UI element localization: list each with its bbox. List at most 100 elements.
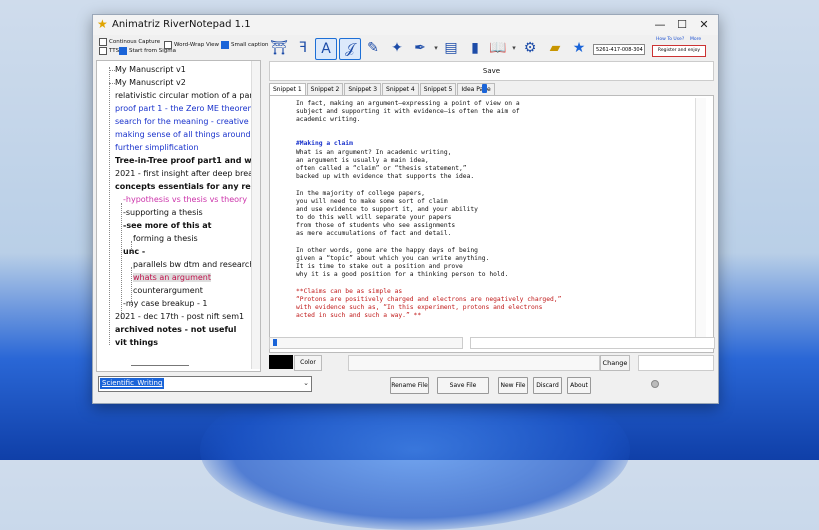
tree-item[interactable]: vit things <box>115 338 158 347</box>
editor-heading: #Making a claim <box>296 140 353 147</box>
notebook-select[interactable]: Scientific_Writing ⌄ <box>98 376 312 392</box>
snippet-tabs: Snippet 1 Snippet 2 Snippet 3 Snippet 4 … <box>269 83 496 96</box>
tree-item[interactable]: My Manuscript v2 <box>115 78 186 87</box>
tree-item-selected[interactable]: whats an argument <box>133 273 211 282</box>
editor-line: and use evidence to support it, and your… <box>296 206 478 213</box>
tree-item[interactable]: search for the meaning - creative b <box>115 117 256 126</box>
tab-snippet-2[interactable]: Snippet 2 <box>306 83 344 95</box>
text-editor[interactable]: In fact, making an argument—expressing a… <box>269 95 714 353</box>
tree-item[interactable]: My Manuscript v1 <box>115 65 186 74</box>
editor-line: academic writing. <box>296 116 361 123</box>
save-file-button[interactable]: Save File <box>437 377 489 394</box>
brush-icon[interactable]: ✎ <box>363 38 383 58</box>
tab-idea-pane[interactable]: Idea Pane <box>457 83 495 95</box>
tab-snippet-3[interactable]: Snippet 3 <box>344 83 382 95</box>
editor-line: In the majority of college papers, <box>296 190 425 197</box>
save-button[interactable]: Save <box>270 62 713 80</box>
continuous-capture-checkbox[interactable]: Continous Capture <box>99 38 160 46</box>
tree-item[interactable]: relativistic circular motion of a parti <box>115 91 258 100</box>
tree-item[interactable]: 2021 - dec 17th - post nift sem1 <box>115 312 244 321</box>
tree-item[interactable]: -my case breakup - 1 <box>123 299 208 308</box>
tree-item[interactable]: -supporting a thesis <box>123 208 203 217</box>
more-link[interactable]: More <box>690 37 701 42</box>
color-input[interactable] <box>348 355 600 371</box>
editor-line: an argument is usually a main idea, <box>296 157 429 164</box>
chevron-down-icon-3: ⌄ <box>303 379 309 387</box>
gear-icon[interactable]: ⚙ <box>520 38 540 58</box>
about-button[interactable]: About <box>567 377 591 394</box>
tree-item[interactable]: archived notes - not useful <box>115 325 236 334</box>
tab-snippet-5[interactable]: Snippet 5 <box>419 83 457 95</box>
italic-format-icon[interactable]: 𝒥 <box>339 38 361 60</box>
app-star-icon: ★ <box>97 17 108 31</box>
window-title: Animatriz RiverNotepad 1.1 <box>112 19 251 30</box>
notes-tree: My Manuscript v1 My Manuscript v2 relati… <box>96 60 261 372</box>
tts-checkbox[interactable]: TTS <box>99 47 119 55</box>
tree-item[interactable]: counterargument <box>133 286 203 295</box>
tree-scrollbar[interactable] <box>251 61 260 369</box>
text-style-icon[interactable]: ꟻ <box>293 38 313 58</box>
tab-marker <box>482 84 487 93</box>
editor-line: It is time to stake out a position and p… <box>296 263 463 270</box>
tree-item[interactable]: concepts essentials for any researc <box>115 182 260 191</box>
tab-snippet-4[interactable]: Snippet 4 <box>382 83 419 95</box>
secondary-scroll-field[interactable] <box>470 337 715 349</box>
star-icon[interactable]: ★ <box>569 38 589 58</box>
editor-line: why it is a good position for a thinking… <box>296 271 509 278</box>
editor-line-highlight: acted in such and such a way.” ** <box>296 312 422 319</box>
editor-line: as mere accumulations of fact and detail… <box>296 230 452 237</box>
editor-line: to do this well will separate your paper… <box>296 214 452 221</box>
editor-horizontal-scrollbar[interactable] <box>269 337 463 349</box>
window-panel-icon[interactable]: ▤ <box>441 38 461 58</box>
tree-item[interactable]: proof part 1 - the Zero ME theorem <box>115 104 255 113</box>
close-button[interactable]: ✕ <box>693 16 715 34</box>
tree-item[interactable]: unc - <box>123 247 145 256</box>
editor-line: In other words, gone are the happy days … <box>296 247 478 254</box>
editor-line: backed up with evidence that supports th… <box>296 173 475 180</box>
editor-line: What is an argument? In academic writing… <box>296 149 452 156</box>
tree-item[interactable]: making sense of all things around t <box>115 130 256 139</box>
maximize-button[interactable]: ☐ <box>671 16 693 34</box>
editor-line: In fact, making an argument—expressing a… <box>296 100 520 107</box>
change-input[interactable] <box>638 355 714 371</box>
title-bar: ★ Animatriz RiverNotepad 1.1 — ☐ ✕ <box>93 15 718 35</box>
tree-item[interactable]: further simplification <box>115 143 199 152</box>
tree-horizontal-scrollbar[interactable] <box>131 365 189 366</box>
tree-item[interactable]: forming a thesis <box>133 234 198 243</box>
start-sigma-checkbox[interactable]: Start from Sigma <box>119 47 176 55</box>
font-a-icon[interactable]: A <box>315 38 337 60</box>
minimize-button[interactable]: — <box>649 16 671 34</box>
phone-number-field[interactable]: 5261-417-008-304 <box>593 44 645 55</box>
color-swatch[interactable] <box>269 355 293 369</box>
font-symbol-icon[interactable]: ⛩ <box>269 38 289 58</box>
editor-line: subject and supporting it with evidence—… <box>296 108 520 115</box>
tree-item[interactable]: -see more of this at <box>123 221 212 230</box>
app-window: ★ Animatriz RiverNotepad 1.1 — ☐ ✕ Conti… <box>92 14 719 404</box>
editor-line: from those of students who see assignmen… <box>296 222 456 229</box>
notebook-select-value: Scientific_Writing <box>100 378 165 389</box>
tree-item[interactable]: parallels bw dtm and research <box>133 260 254 269</box>
editor-line: often called a “claim” or “thesis statem… <box>296 165 467 172</box>
new-file-button[interactable]: New File <box>498 377 528 394</box>
editor-line-highlight: with evidence such as, “In this experime… <box>296 304 543 311</box>
tree-item[interactable]: -hypothesis vs thesis vs theory <box>123 195 247 204</box>
bookmark-icon[interactable]: ▮ <box>465 38 485 58</box>
status-indicator <box>651 380 659 388</box>
editor-scrollbar[interactable] <box>695 98 706 348</box>
editor-line: given a “topic” about which you can writ… <box>296 255 490 262</box>
save-bar: Save <box>269 61 714 81</box>
small-caption-checkbox[interactable]: Small caption <box>221 41 268 49</box>
color-button[interactable]: Color <box>294 355 322 371</box>
how-to-use-link[interactable]: How To Use? <box>656 37 684 42</box>
scroll-thumb[interactable] <box>273 339 277 346</box>
editor-line: you will need to make some sort of claim <box>296 198 448 205</box>
rename-file-button[interactable]: Rename File <box>390 377 429 394</box>
tree-item[interactable]: Tree-in-Tree proof part1 and what <box>115 156 260 165</box>
change-button[interactable]: Change <box>600 355 630 371</box>
register-button[interactable]: Register and enjoy <box>652 45 706 57</box>
tree-item[interactable]: 2021 - first insight after deep break <box>115 169 258 178</box>
editor-line-highlight: **Claims can be as simple as <box>296 288 403 295</box>
palette-icon[interactable]: ✦ <box>387 38 407 58</box>
folder-icon[interactable]: ▰ <box>545 38 565 58</box>
discard-button[interactable]: Discard <box>533 377 562 394</box>
